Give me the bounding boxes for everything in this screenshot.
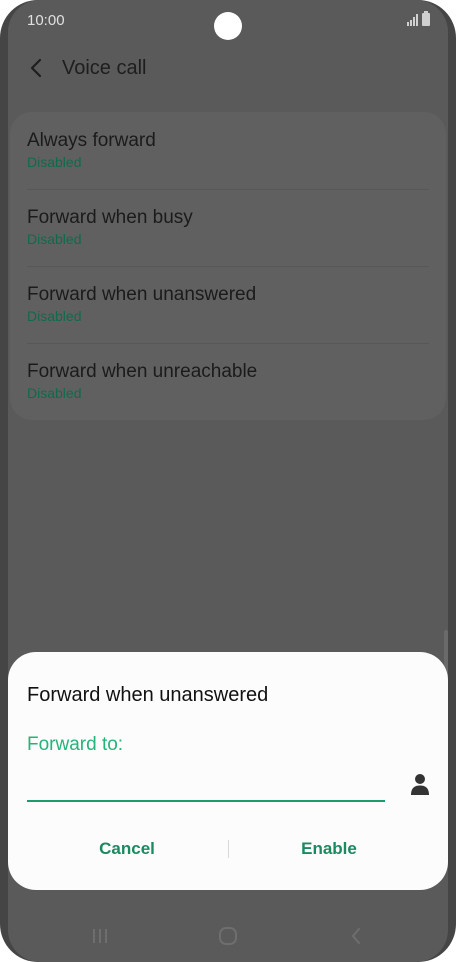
list-item-always-forward[interactable]: Always forward Disabled [10,112,446,189]
contact-picker-button[interactable] [406,769,434,799]
dialog-title: Forward when unanswered [27,684,269,706]
list-item-forward-when-unanswered[interactable]: Forward when unanswered Disabled [10,266,446,343]
camera-cutout [214,12,242,40]
recents-button[interactable] [80,922,120,950]
list-item-forward-when-unreachable[interactable]: Forward when unreachable Disabled [10,343,446,420]
page-title: Voice call [62,57,147,79]
item-status: Disabled [27,231,82,247]
forward-number-input[interactable] [27,774,385,802]
item-title: Always forward [27,130,156,151]
enable-button[interactable]: Enable [229,832,429,866]
forward-dialog: Forward when unanswered Forward to: Canc… [8,652,448,890]
recents-icon [93,929,107,943]
chevron-left-icon [30,58,42,78]
status-time: 10:00 [27,12,65,29]
signal-icon [407,14,418,26]
person-icon [411,774,429,795]
back-button[interactable] [22,54,50,82]
item-title: Forward when unanswered [27,284,257,305]
status-bar: 10:00 [8,0,448,44]
forward-to-label: Forward to: [27,734,124,755]
home-icon [219,927,237,945]
item-status: Disabled [27,154,82,170]
app-header: Voice call [8,48,448,92]
item-title: Forward when unreachable [27,361,258,382]
item-status: Disabled [27,385,82,401]
battery-icon [422,11,430,26]
navigation-bar [8,908,448,962]
home-button[interactable] [208,922,248,950]
nav-back-button[interactable] [336,922,376,950]
cancel-button[interactable]: Cancel [27,832,227,866]
phone-frame: 10:00 Voice call Always forward Disabled [0,0,456,962]
list-item-forward-when-busy[interactable]: Forward when busy Disabled [10,189,446,266]
dialog-actions: Cancel Enable [8,832,448,866]
item-title: Forward when busy [27,207,193,228]
status-icons [407,11,430,26]
settings-list: Always forward Disabled Forward when bus… [10,112,446,420]
screen: 10:00 Voice call Always forward Disabled [8,0,448,962]
item-status: Disabled [27,308,82,324]
back-icon [352,928,360,944]
